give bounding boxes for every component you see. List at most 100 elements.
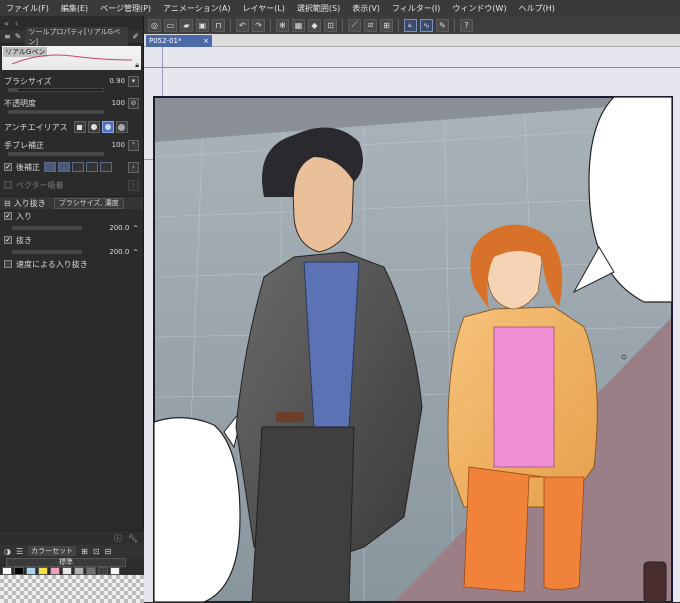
opacity-link-icon[interactable]: ⊘ — [128, 97, 139, 109]
brush-tab-icon[interactable]: ✐ — [132, 32, 139, 41]
vector-snap-row: ベクター吸着 › — [0, 178, 143, 192]
transform-icon[interactable]: ⊡ — [324, 18, 337, 32]
document-tab-close-icon[interactable]: × — [203, 37, 209, 45]
opacity-label: 不透明度 — [4, 98, 36, 108]
menu-help[interactable]: ヘルプ(H) — [519, 3, 555, 14]
opacity-slider[interactable] — [8, 110, 104, 114]
history-tab-icon[interactable]: ⊟ — [105, 547, 112, 556]
document-tab[interactable]: P052-01* × — [146, 35, 212, 47]
vector-snap-checkbox[interactable] — [4, 181, 12, 189]
curve-correction-icon[interactable]: ∿ — [420, 18, 433, 32]
brush-size-value[interactable]: 0.90 — [109, 77, 125, 85]
tab-tool-property[interactable]: ツールプロパティ[リアルGペン] — [25, 26, 129, 47]
taper-end-slider[interactable] — [12, 250, 82, 254]
vector-snap-expand-icon[interactable]: › — [128, 179, 139, 191]
taper-start-slider[interactable] — [12, 226, 82, 230]
line-correction-icon[interactable]: ⟀ — [404, 18, 417, 32]
stabilization-slider[interactable] — [8, 152, 104, 156]
undo-icon[interactable]: ↶ — [236, 18, 249, 32]
color-swatch[interactable] — [38, 567, 48, 575]
stabilization-value[interactable]: 100 — [112, 141, 125, 149]
brush-size-dropdown-icon[interactable]: ▾ — [128, 75, 139, 87]
canvas-area[interactable] — [144, 47, 680, 602]
brush-size-slider[interactable] — [8, 88, 104, 92]
color-swatch[interactable] — [110, 567, 120, 575]
menu-window[interactable]: ウィンドウ(W) — [452, 3, 506, 14]
menu-view[interactable]: 表示(V) — [352, 3, 380, 14]
menu-animation[interactable]: アニメーション(A) — [163, 3, 230, 14]
post-correction-option-3[interactable] — [72, 162, 84, 172]
color-set-dropdown[interactable]: 標準 — [6, 557, 126, 567]
clear-icon[interactable]: ▦ — [292, 18, 305, 32]
taper-end-value[interactable]: 200.0 — [109, 248, 129, 256]
post-correction-option-4[interactable] — [86, 162, 98, 172]
collapse-right-icon[interactable]: ‹ — [15, 19, 18, 28]
pen-tab-icon[interactable]: ✎ — [15, 32, 22, 41]
color-set-tab[interactable]: カラーセット — [28, 546, 77, 556]
toolbar-divider — [230, 19, 231, 31]
tab-menu-icon[interactable]: ≡ — [4, 32, 11, 41]
manga-panel-artwork — [153, 96, 673, 602]
post-correction-option-5[interactable] — [100, 162, 112, 172]
color-swatch[interactable] — [50, 567, 60, 575]
menu-selection[interactable]: 選択範囲(S) — [297, 3, 340, 14]
pen-settings-icon[interactable]: ✎ — [436, 18, 449, 32]
post-correction-option-1[interactable] — [44, 162, 56, 172]
snap-ruler-icon[interactable]: ⟋ — [348, 18, 361, 32]
menu-file[interactable]: ファイル(F) — [6, 3, 49, 14]
taper-speed-checkbox[interactable] — [4, 260, 12, 268]
transparent-swatch-area[interactable] — [0, 575, 144, 603]
print-icon[interactable]: ⊓ — [212, 18, 225, 32]
collapse-left-icon[interactable]: « — [4, 19, 9, 28]
menu-edit[interactable]: 編集(E) — [61, 3, 88, 14]
color-wheel-tab-icon[interactable]: ◑ — [4, 547, 11, 556]
menu-page[interactable]: ページ管理(P) — [100, 3, 151, 14]
taper-start-spinner-icon[interactable]: ⌃ — [132, 224, 139, 233]
dock-wrench-icon[interactable]: 🔧︎ — [128, 534, 138, 543]
toolbar-divider — [270, 19, 271, 31]
antialias-row: アンチエイリアス — [0, 120, 143, 134]
taper-end-spinner-icon[interactable]: ⌃ — [132, 248, 139, 257]
color-swatch[interactable] — [74, 567, 84, 575]
stroke-preview-path — [11, 54, 133, 65]
menu-layer[interactable]: レイヤー(L) — [242, 3, 284, 14]
snap-special-ruler-icon[interactable]: ⧄ — [364, 18, 377, 32]
color-swatch[interactable] — [14, 567, 24, 575]
toolbar-divider — [398, 19, 399, 31]
post-correction-expand-icon[interactable]: › — [128, 161, 139, 173]
new-file-icon[interactable]: ▭ — [164, 18, 177, 32]
redo-icon[interactable]: ↷ — [252, 18, 265, 32]
snap-grid-icon[interactable]: ⊞ — [380, 18, 393, 32]
post-correction-checkbox[interactable]: ✓ — [4, 163, 12, 171]
color-slider-tab-icon[interactable]: ☰ — [16, 547, 23, 556]
fill-icon[interactable]: ◆ — [308, 18, 321, 32]
taper-collapse-icon[interactable]: ⊟ — [4, 199, 11, 208]
clear-selection-icon[interactable]: ✻ — [276, 18, 289, 32]
color-swatch[interactable] — [26, 567, 36, 575]
antialias-weak-icon[interactable] — [87, 121, 100, 133]
intermediate-color-tab-icon[interactable]: ⊞ — [81, 547, 88, 556]
taper-start-checkbox[interactable]: ✓ — [4, 212, 12, 220]
approx-color-tab-icon[interactable]: ⊡ — [93, 547, 100, 556]
save-icon[interactable]: ▣ — [196, 18, 209, 32]
color-swatch[interactable] — [98, 567, 108, 575]
post-correction-option-2[interactable] — [58, 162, 70, 172]
open-folder-icon[interactable]: ▰ — [180, 18, 193, 32]
taper-end-checkbox[interactable]: ✓ — [4, 236, 12, 244]
antialias-none-icon[interactable] — [73, 121, 86, 133]
dock-info-icon[interactable]: ⓘ — [114, 533, 122, 544]
clip-studio-icon[interactable]: ◎ — [148, 18, 161, 32]
color-swatch[interactable] — [2, 567, 12, 575]
menu-filter[interactable]: フィルター(I) — [392, 3, 440, 14]
help-icon[interactable]: ? — [460, 18, 473, 32]
antialias-medium-icon[interactable] — [101, 121, 114, 133]
color-swatch[interactable] — [86, 567, 96, 575]
opacity-value[interactable]: 100 — [112, 99, 125, 107]
color-swatch[interactable] — [62, 567, 72, 575]
antialias-strong-icon[interactable] — [115, 121, 128, 133]
taper-start-value[interactable]: 200.0 — [109, 224, 129, 232]
lock-icon[interactable]: 🔒︎ — [135, 61, 139, 70]
stabilization-spinner-icon[interactable]: ⌃ — [128, 139, 139, 151]
taper-mode-dropdown[interactable]: ブラシサイズ, 濃度 — [53, 197, 124, 209]
taper-start-slider-fill — [13, 227, 81, 229]
